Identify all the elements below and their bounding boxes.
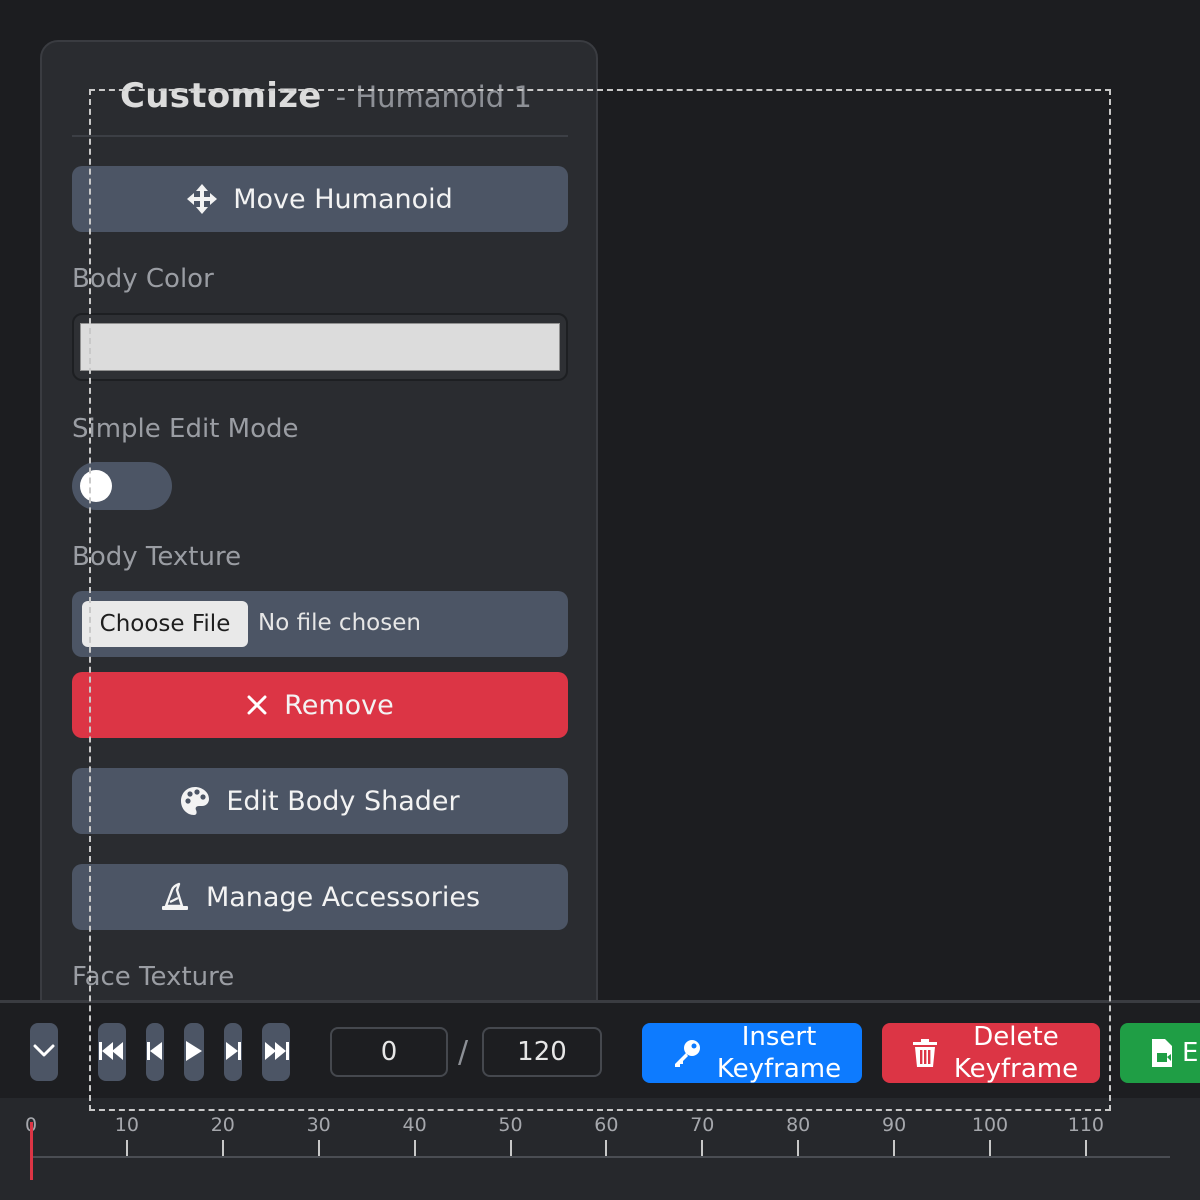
delete-keyframe-button[interactable]: Delete Keyframe [882, 1022, 1100, 1084]
export-button[interactable]: E [1120, 1023, 1200, 1083]
body-color-picker[interactable] [72, 313, 568, 381]
timeline-tick [701, 1140, 704, 1156]
body-color-swatch [80, 323, 560, 371]
remove-texture-button[interactable]: Remove [72, 672, 568, 738]
total-frames-input[interactable] [482, 1027, 602, 1077]
backward-step-icon [147, 1041, 163, 1064]
hat-wizard-icon [160, 882, 190, 912]
face-texture-label: Face Texture [72, 962, 235, 992]
panel-subtitle: - Humanoid 1 [335, 80, 532, 114]
manage-accessories-label: Manage Accessories [205, 881, 481, 913]
step-back-button[interactable] [146, 1023, 164, 1081]
timeline-tick-label: 60 [594, 1114, 619, 1136]
current-frame-input[interactable] [330, 1027, 448, 1077]
timeline-tick-label: 90 [882, 1114, 907, 1136]
palette-icon [180, 786, 210, 816]
playhead[interactable] [30, 1122, 33, 1180]
timeline-tick [893, 1140, 896, 1156]
simple-edit-toggle[interactable] [72, 462, 172, 510]
trash-icon [912, 1038, 938, 1068]
timeline-tick-label: 50 [498, 1114, 523, 1136]
file-status-text: No file chosen [258, 610, 421, 636]
skip-to-start-button[interactable] [98, 1023, 126, 1081]
export-label-partial: E [1182, 1038, 1199, 1068]
timeline-tick-label: 110 [1067, 1114, 1105, 1136]
frame-separator: / [458, 1035, 469, 1070]
timeline-axis [30, 1156, 1170, 1158]
collapse-toolbar-button[interactable] [30, 1023, 58, 1081]
body-texture-label: Body Texture [72, 542, 242, 572]
panel-title: Customize [120, 76, 322, 116]
key-icon [672, 1038, 702, 1068]
timeline-tick [125, 1140, 128, 1156]
timeline-tick [1084, 1140, 1087, 1156]
timeline-tick-label: 10 [114, 1114, 139, 1136]
body-color-label: Body Color [72, 264, 214, 294]
remove-label: Remove [284, 689, 394, 721]
edit-body-shader-button[interactable]: Edit Body Shader [72, 768, 568, 834]
forward-step-icon [225, 1041, 241, 1064]
forward-fast-icon [263, 1041, 289, 1064]
timeline-tick [989, 1140, 991, 1156]
delete-keyframe-line2: Keyframe [953, 1054, 1079, 1084]
timeline[interactable]: 0102030405060708090100110 [0, 1098, 1200, 1200]
timeline-tick [317, 1140, 320, 1156]
timeline-tick [605, 1140, 608, 1156]
play-button[interactable] [184, 1023, 204, 1081]
timeline-tick [797, 1140, 800, 1156]
skip-to-end-button[interactable] [262, 1023, 290, 1081]
timeline-tick-label: 100 [971, 1114, 1009, 1136]
edit-body-shader-label: Edit Body Shader [226, 785, 460, 817]
file-export-icon [1150, 1038, 1174, 1068]
timeline-tick-label: 30 [306, 1114, 331, 1136]
timeline-tick-label: 40 [402, 1114, 427, 1136]
step-forward-button[interactable] [224, 1023, 242, 1081]
move-arrows-icon [187, 184, 218, 214]
timeline-tick-label: 20 [210, 1114, 235, 1136]
move-humanoid-button[interactable]: Move Humanoid [72, 166, 568, 232]
chevron-down-icon [33, 1044, 55, 1061]
play-icon [185, 1040, 203, 1065]
body-texture-file-input[interactable]: Choose File No file chosen [72, 591, 568, 657]
customize-panel: Customize - Humanoid 1 Move Humanoid Body… [40, 40, 598, 1040]
toggle-knob [80, 470, 112, 502]
insert-keyframe-line2: Keyframe [716, 1054, 842, 1084]
move-humanoid-label: Move Humanoid [233, 183, 453, 215]
timeline-tick [413, 1140, 416, 1156]
header-divider [72, 135, 568, 137]
delete-keyframe-line1: Delete [973, 1022, 1059, 1052]
backward-fast-icon [99, 1041, 125, 1064]
manage-accessories-button[interactable]: Manage Accessories [72, 864, 568, 930]
close-icon [246, 694, 268, 716]
panel-header: Customize - Humanoid 1 [120, 76, 532, 116]
simple-edit-label: Simple Edit Mode [72, 414, 299, 444]
timeline-tick [509, 1140, 512, 1156]
timeline-tick-label: 80 [786, 1114, 811, 1136]
animation-toolbar: / InsertKeyframe DeleteKeyframe [0, 1000, 1200, 1098]
timeline-tick-label: 70 [690, 1114, 715, 1136]
insert-keyframe-button[interactable]: Insert Keyframe [642, 1022, 862, 1084]
choose-file-button[interactable]: Choose File [82, 601, 248, 647]
insert-keyframe-line1: Insert [741, 1022, 817, 1052]
timeline-tick [221, 1140, 224, 1156]
